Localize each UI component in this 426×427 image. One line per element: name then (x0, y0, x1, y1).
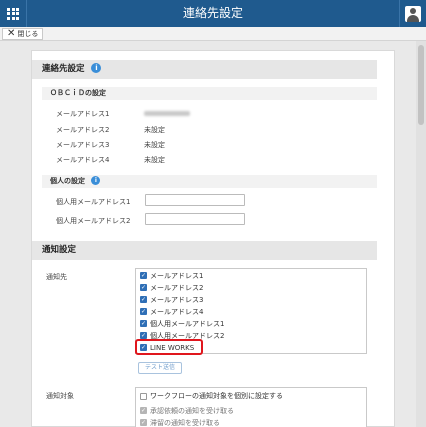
close-button[interactable]: ✕ 閉じる (2, 28, 44, 40)
obcid-row-label: メールアドレス2 (56, 126, 110, 134)
info-icon[interactable]: i (91, 175, 101, 185)
personal-email1-label: 個人用メールアドレス1 (56, 198, 131, 206)
app-header: 連絡先設定 (0, 0, 426, 27)
workflow-option-label: ワークフローの通知対象を個別に設定する (150, 392, 283, 400)
personal-title: 個人の設定 (50, 177, 85, 185)
checkbox-disabled-icon: ✓ (140, 418, 147, 426)
checkbox-checked-icon[interactable]: ✓ (140, 320, 147, 327)
obcid-email-value-redacted (144, 111, 190, 116)
destination-email4[interactable]: ✓ メールアドレス4 (140, 306, 203, 317)
checkbox-unchecked-icon[interactable] (140, 392, 147, 400)
workflow-individual-option[interactable]: ワークフローの通知対象を個別に設定する (140, 390, 283, 402)
notify-section-title: 通知設定 (42, 245, 77, 255)
notify-destination-label: 通知先 (46, 273, 67, 281)
checkbox-checked-icon[interactable]: ✓ (140, 296, 147, 303)
close-icon: ✕ (7, 28, 16, 39)
destination-email1[interactable]: ✓ メールアドレス1 (140, 270, 203, 281)
content-area[interactable]: 連絡先設定 i ＯＢＣｉＤの設定 メールアドレス1 メールアドレス2 未設定 メ… (0, 41, 426, 427)
obcid-row-value: 未設定 (144, 126, 165, 134)
obcid-row-label: メールアドレス3 (56, 141, 110, 149)
checkbox-checked-icon[interactable]: ✓ (140, 284, 147, 291)
checkbox-checked-icon[interactable]: ✓ (140, 332, 147, 339)
toolbar: ✕ 閉じる (0, 27, 426, 41)
personal-email1-input[interactable] (145, 194, 245, 206)
personal-email2-label: 個人用メールアドレス2 (56, 217, 131, 225)
approval-request-option: ✓ 承認依頼の通知を受け取る (140, 405, 234, 416)
obcid-row-value: 未設定 (144, 141, 165, 149)
destination-email3[interactable]: ✓ メールアドレス3 (140, 294, 203, 305)
contact-section-title: 連絡先設定 (42, 64, 85, 74)
destination-label: 個人用メールアドレス1 (150, 319, 225, 328)
obcid-row-label: メールアドレス4 (56, 156, 110, 164)
personal-email2-input[interactable] (145, 213, 245, 225)
destination-email2[interactable]: ✓ メールアドレス2 (140, 282, 203, 293)
test-send-button[interactable]: テスト送信 (138, 362, 183, 374)
checkbox-checked-icon[interactable]: ✓ (140, 308, 147, 315)
settings-panel: 連絡先設定 i ＯＢＣｉＤの設定 メールアドレス1 メールアドレス2 未設定 メ… (31, 50, 395, 427)
destination-label: メールアドレス4 (150, 307, 204, 316)
sub-option-label: 承認依頼の通知を受け取る (150, 406, 234, 415)
destination-label: メールアドレス3 (150, 295, 204, 304)
page-title: 連絡先設定 (182, 6, 243, 20)
line-works-highlight (135, 339, 203, 355)
close-button-label: 閉じる (17, 30, 39, 38)
personal-subheader: 個人の設定 i (42, 175, 377, 188)
notify-target-label: 通知対象 (46, 392, 74, 400)
obcid-title: ＯＢＣｉＤの設定 (50, 89, 106, 97)
contact-section-header: 連絡先設定 i (32, 60, 377, 79)
stagnation-option: ✓ 滞留の通知を受け取る (140, 417, 220, 427)
info-icon[interactable]: i (91, 62, 102, 73)
user-menu-button[interactable] (399, 0, 426, 27)
user-icon (405, 5, 421, 22)
checkbox-disabled-icon: ✓ (140, 406, 147, 414)
notify-section-header: 通知設定 (32, 241, 377, 260)
scrollbar-thumb[interactable] (418, 45, 424, 125)
vertical-scrollbar[interactable] (416, 41, 426, 427)
destination-label: メールアドレス2 (150, 283, 204, 292)
obcid-row-label: メールアドレス1 (56, 110, 110, 118)
obcid-row-value: 未設定 (144, 156, 165, 164)
obcid-subheader: ＯＢＣｉＤの設定 (42, 87, 377, 100)
checkbox-checked-icon[interactable]: ✓ (140, 272, 147, 279)
destination-label: メールアドレス1 (150, 271, 204, 280)
destination-personal-email1[interactable]: ✓ 個人用メールアドレス1 (140, 318, 224, 329)
sub-option-label: 滞留の通知を受け取る (150, 418, 220, 427)
